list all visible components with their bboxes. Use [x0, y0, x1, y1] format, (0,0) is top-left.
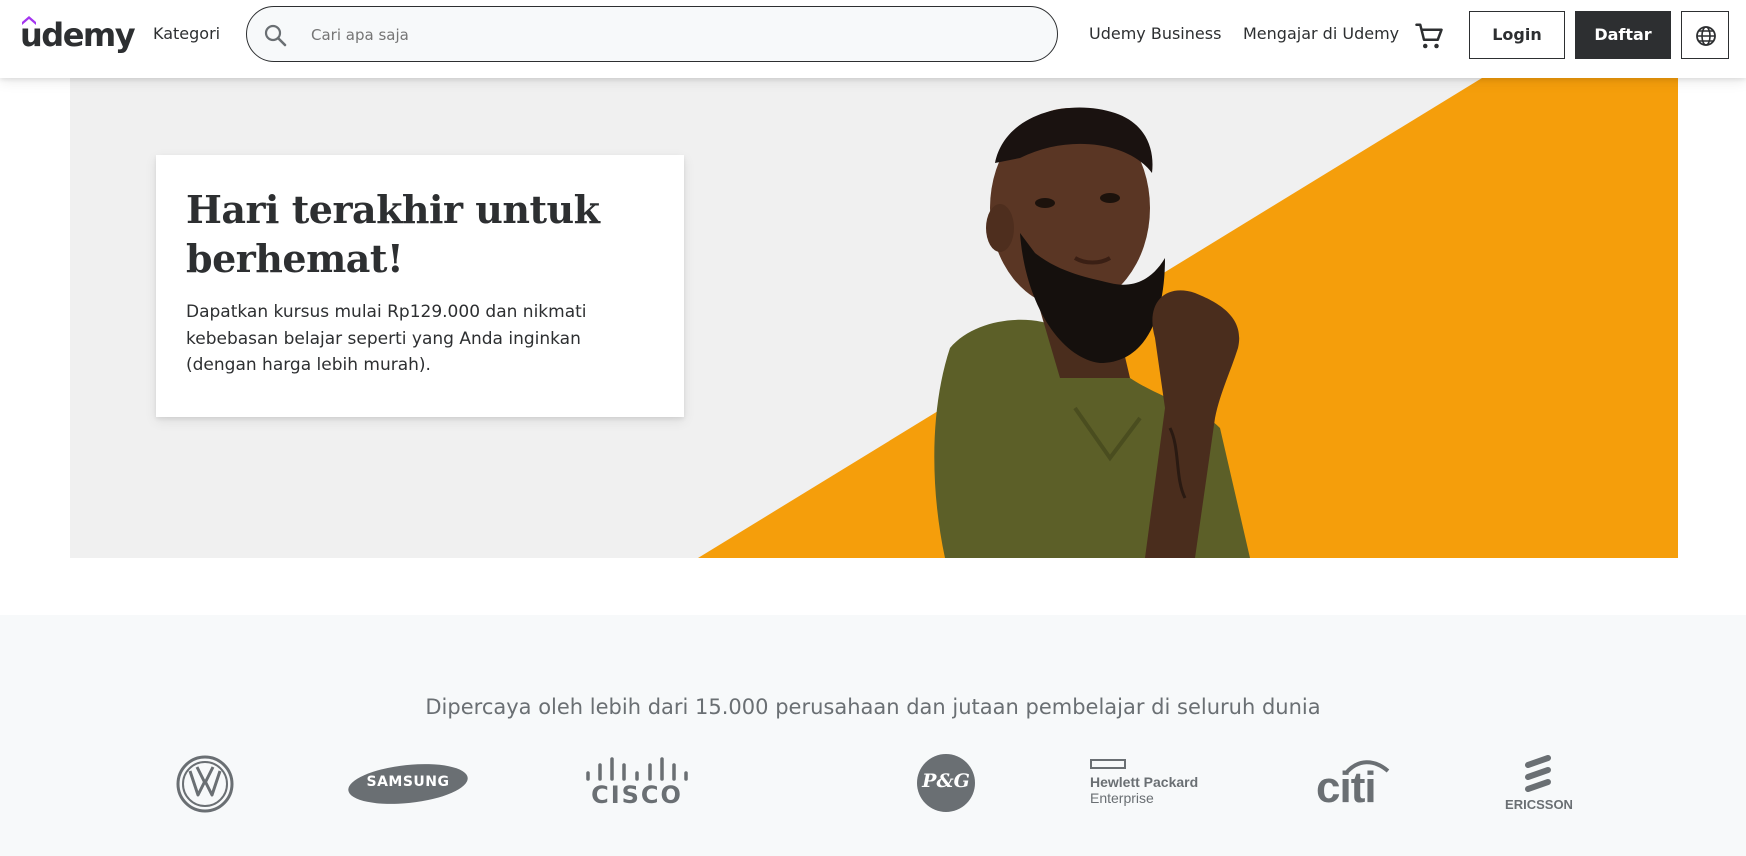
hero-title: Hari terakhir untuk berhemat!: [186, 187, 600, 281]
cisco-bars: [586, 757, 688, 781]
hpe-logo-line1: Hewlett Packard: [1090, 774, 1199, 790]
ericsson-logo-text: ERICSSON: [1505, 797, 1573, 812]
trusted-companies-section: Dipercaya oleh lebih dari 15.000 perusah…: [0, 615, 1746, 856]
login-button[interactable]: Login: [1469, 11, 1565, 59]
cisco-logo-text: CISCO: [591, 781, 683, 809]
nav-teach-on-udemy[interactable]: Mengajar di Udemy: [1243, 24, 1399, 43]
hpe-logo-rectangle: [1090, 759, 1126, 769]
cart-icon[interactable]: [1414, 21, 1444, 51]
samsung-logo-text: SAMSUNG: [366, 774, 450, 790]
language-button[interactable]: [1681, 11, 1729, 59]
citi-logo-text: citi: [1316, 763, 1377, 812]
nav-udemy-business[interactable]: Udemy Business: [1089, 24, 1221, 43]
nav-categories[interactable]: Kategori: [153, 24, 220, 43]
hero-description: Dapatkan kursus mulai Rp129.000 dan nikm…: [186, 302, 587, 375]
trusted-title: Dipercaya oleh lebih dari 15.000 perusah…: [425, 695, 1321, 719]
top-navbar: udemy Kategori Udemy Business Mengajar d…: [0, 0, 1746, 78]
globe-icon: [1696, 26, 1716, 46]
search-icon[interactable]: [263, 23, 287, 47]
hpe-logo-line2: Enterprise: [1090, 790, 1154, 806]
hero-banner: Hari terakhir untuk berhemat! Dapatkan k…: [70, 78, 1678, 558]
ericsson-mark: [1525, 755, 1551, 792]
ericsson-logo: ERICSSON: [1504, 755, 1574, 815]
cisco-logo: CISCO: [584, 757, 690, 809]
volkswagen-logo: VW: [176, 755, 234, 813]
search-input[interactable]: [309, 21, 1033, 49]
samsung-logo: SAMSUNG: [348, 763, 468, 805]
udemy-logo[interactable]: udemy: [20, 12, 136, 58]
signup-button[interactable]: Daftar: [1575, 11, 1671, 59]
hero-promo-card: Hari terakhir untuk berhemat! Dapatkan k…: [156, 155, 684, 417]
udemy-logo-text: udemy: [20, 16, 136, 54]
search-bar[interactable]: [246, 6, 1058, 62]
citi-logo: citi: [1316, 757, 1394, 812]
pg-logo-text: P&G: [922, 770, 970, 792]
pg-logo: P&G: [917, 754, 975, 812]
hpe-logo: Hewlett Packard Enterprise: [1090, 759, 1220, 809]
